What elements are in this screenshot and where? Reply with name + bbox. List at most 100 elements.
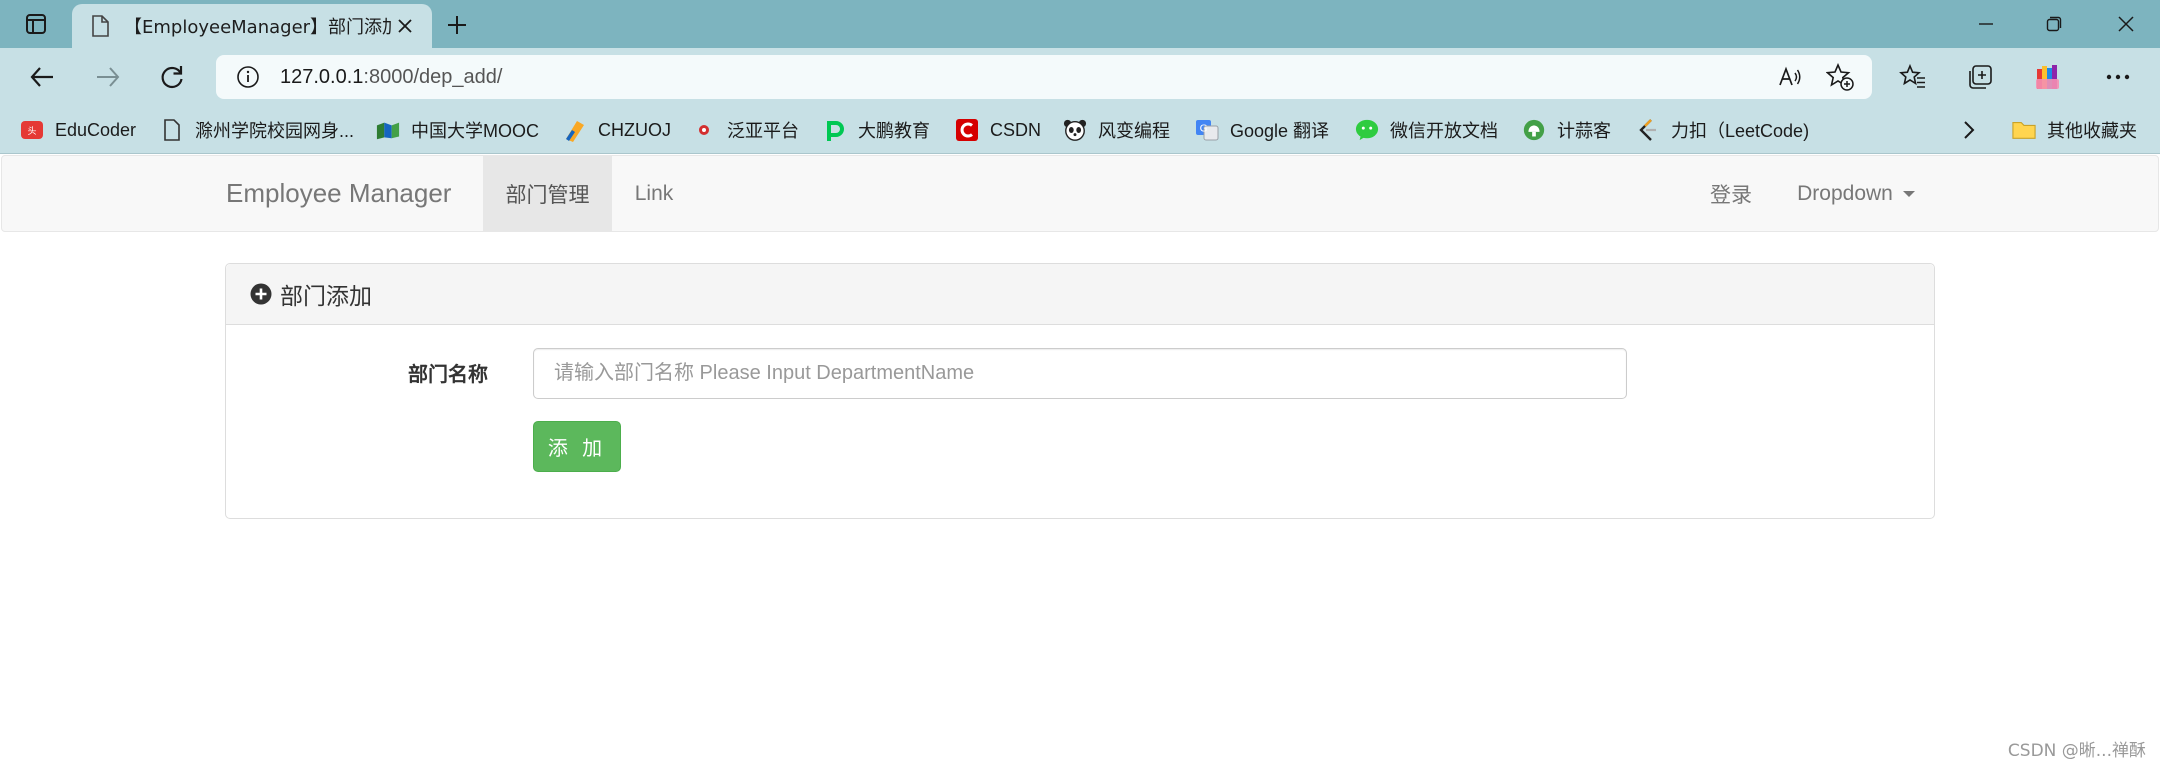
plus-icon bbox=[448, 16, 466, 34]
extension-button[interactable] bbox=[2028, 57, 2068, 97]
close-icon bbox=[2118, 16, 2134, 32]
page-icon bbox=[92, 15, 109, 37]
collections-icon bbox=[1969, 65, 1992, 89]
close-icon bbox=[398, 19, 412, 33]
back-button[interactable] bbox=[22, 57, 62, 97]
favorites-button[interactable] bbox=[1893, 57, 1933, 97]
nav-dropdown-label: Dropdown bbox=[1797, 181, 1893, 205]
plus-circle-icon bbox=[250, 283, 272, 305]
jisuanke-icon bbox=[1522, 118, 1546, 142]
favorite-label: 其他收藏夹 bbox=[2047, 121, 2137, 141]
nav-item-link[interactable]: Link bbox=[612, 156, 696, 231]
url-text: 127.0.0.1:8000/dep_add/ bbox=[280, 66, 502, 89]
favorites-icon bbox=[1899, 63, 1925, 88]
refresh-icon bbox=[161, 66, 183, 89]
page-icon bbox=[160, 118, 184, 142]
chevron-right-icon bbox=[1964, 121, 1975, 139]
department-name-label: 部门名称 bbox=[408, 362, 488, 386]
nav-item-label: 登录 bbox=[1710, 183, 1752, 207]
crayons-icon bbox=[2036, 65, 2059, 89]
favorite-label: 大鹏教育 bbox=[858, 121, 930, 141]
browser-toolbar: 127.0.0.1:8000/dep_add/ bbox=[0, 48, 2160, 106]
favorite-item[interactable]: 泛亚平台 bbox=[692, 116, 799, 144]
favorite-item[interactable]: 头 EduCoder bbox=[20, 116, 136, 144]
favorite-item[interactable]: 微信开放文档 bbox=[1355, 116, 1498, 144]
add-favorite-button[interactable] bbox=[1820, 57, 1860, 97]
favorite-label: 滁州学院校园网身... bbox=[195, 121, 355, 141]
favorite-label: 微信开放文档 bbox=[1390, 121, 1498, 141]
csdn-icon bbox=[955, 118, 979, 142]
navbar-brand[interactable]: Employee Manager bbox=[226, 178, 451, 209]
collections-button[interactable] bbox=[1960, 57, 2000, 97]
favorites-overflow-button[interactable] bbox=[1962, 116, 1976, 144]
favorites-bar: 头 EduCoder 滁州学院校园网身... 中国大学MOOC CHZUOJ 泛… bbox=[0, 106, 2160, 154]
favorite-item[interactable]: CSDN bbox=[955, 116, 1041, 144]
address-bar[interactable]: 127.0.0.1:8000/dep_add/ bbox=[216, 55, 1872, 99]
watermark-text: CSDN @晰...禅酥 bbox=[2007, 741, 2146, 761]
favorite-item[interactable]: 中国大学MOOC bbox=[376, 116, 539, 144]
restore-button[interactable] bbox=[2020, 0, 2088, 48]
restore-icon bbox=[2046, 16, 2062, 32]
star-add-icon bbox=[1826, 63, 1854, 91]
add-button[interactable]: 添 加 bbox=[533, 421, 621, 472]
favorite-label: EduCoder bbox=[55, 119, 137, 140]
favorite-item[interactable]: 力扣（LeetCode) bbox=[1636, 116, 1809, 144]
more-menu-button[interactable] bbox=[2098, 57, 2138, 97]
nav-item-label: 部门管理 bbox=[505, 183, 590, 207]
folder-icon bbox=[2012, 118, 2036, 142]
close-window-button[interactable] bbox=[2092, 0, 2160, 48]
favorite-item[interactable]: 大鹏教育 bbox=[823, 116, 930, 144]
favorite-item[interactable]: 风变编程 bbox=[1063, 116, 1170, 144]
tab-strip: 【EmployeeManager】部门添加 bbox=[0, 0, 2160, 48]
minimize-icon bbox=[1979, 23, 1993, 25]
more-horizontal-icon bbox=[2106, 74, 2130, 80]
arrow-right-icon bbox=[97, 67, 120, 87]
favorite-item[interactable]: 计蒜客 bbox=[1522, 116, 1611, 144]
new-tab-button[interactable] bbox=[440, 8, 474, 42]
caret-down-icon bbox=[1902, 190, 1915, 197]
other-favorites-folder[interactable]: 其他收藏夹 bbox=[2012, 116, 2137, 144]
favorite-label: 计蒜客 bbox=[1557, 121, 1611, 141]
site-navbar: Employee Manager 部门管理 Link 登录 Dropdown bbox=[1, 155, 2159, 232]
favorite-label: 力扣（LeetCode) bbox=[1671, 121, 1810, 141]
svg-text:G: G bbox=[1200, 124, 1208, 135]
minimize-button[interactable] bbox=[1952, 0, 2020, 48]
leetcode-icon bbox=[1636, 118, 1660, 142]
url-host: 127.0.0.1 bbox=[280, 65, 364, 88]
wechat-icon bbox=[1355, 118, 1379, 142]
favorite-item[interactable]: 滁州学院校园网身... bbox=[160, 116, 354, 144]
info-icon bbox=[237, 66, 259, 88]
favorite-label: Google 翻译 bbox=[1230, 121, 1330, 141]
tab-close-button[interactable] bbox=[392, 13, 418, 39]
dapeng-icon bbox=[823, 118, 847, 142]
nav-item-label: Link bbox=[634, 181, 674, 205]
department-add-panel: 部门添加 部门名称 添 加 bbox=[225, 263, 1935, 519]
url-path: :8000/dep_add/ bbox=[363, 65, 503, 88]
tab-actions-button[interactable] bbox=[18, 9, 54, 39]
read-aloud-button[interactable] bbox=[1770, 57, 1810, 97]
favorite-label: 中国大学MOOC bbox=[411, 121, 539, 141]
toutiao-icon: 头 bbox=[20, 118, 44, 142]
svg-text:头: 头 bbox=[27, 126, 36, 137]
nav-item-login[interactable]: 登录 bbox=[1689, 156, 1773, 231]
favorite-item[interactable]: CHZUOJ bbox=[563, 116, 671, 144]
panel-heading: 部门添加 bbox=[226, 264, 1934, 325]
department-name-input[interactable] bbox=[533, 348, 1627, 399]
fanya-icon bbox=[692, 118, 716, 142]
arrow-left-icon bbox=[30, 67, 53, 87]
nav-item-department-management[interactable]: 部门管理 bbox=[483, 156, 612, 231]
tab-actions-icon bbox=[26, 14, 46, 34]
nav-dropdown[interactable]: Dropdown bbox=[1776, 156, 1936, 231]
site-info-button[interactable] bbox=[234, 63, 262, 91]
panda-icon bbox=[1063, 118, 1087, 142]
favorite-item[interactable]: G Google 翻译 bbox=[1195, 116, 1329, 144]
active-tab[interactable]: 【EmployeeManager】部门添加 bbox=[72, 4, 432, 48]
favorite-label: CSDN bbox=[990, 119, 1042, 140]
add-button-label: 添 加 bbox=[547, 436, 607, 460]
refresh-button[interactable] bbox=[152, 57, 192, 97]
favorite-label: 风变编程 bbox=[1098, 121, 1170, 141]
forward-button[interactable] bbox=[88, 57, 128, 97]
read-aloud-icon bbox=[1779, 66, 1801, 86]
mooc-icon bbox=[376, 118, 400, 142]
panel-title: 部门添加 bbox=[280, 284, 372, 310]
